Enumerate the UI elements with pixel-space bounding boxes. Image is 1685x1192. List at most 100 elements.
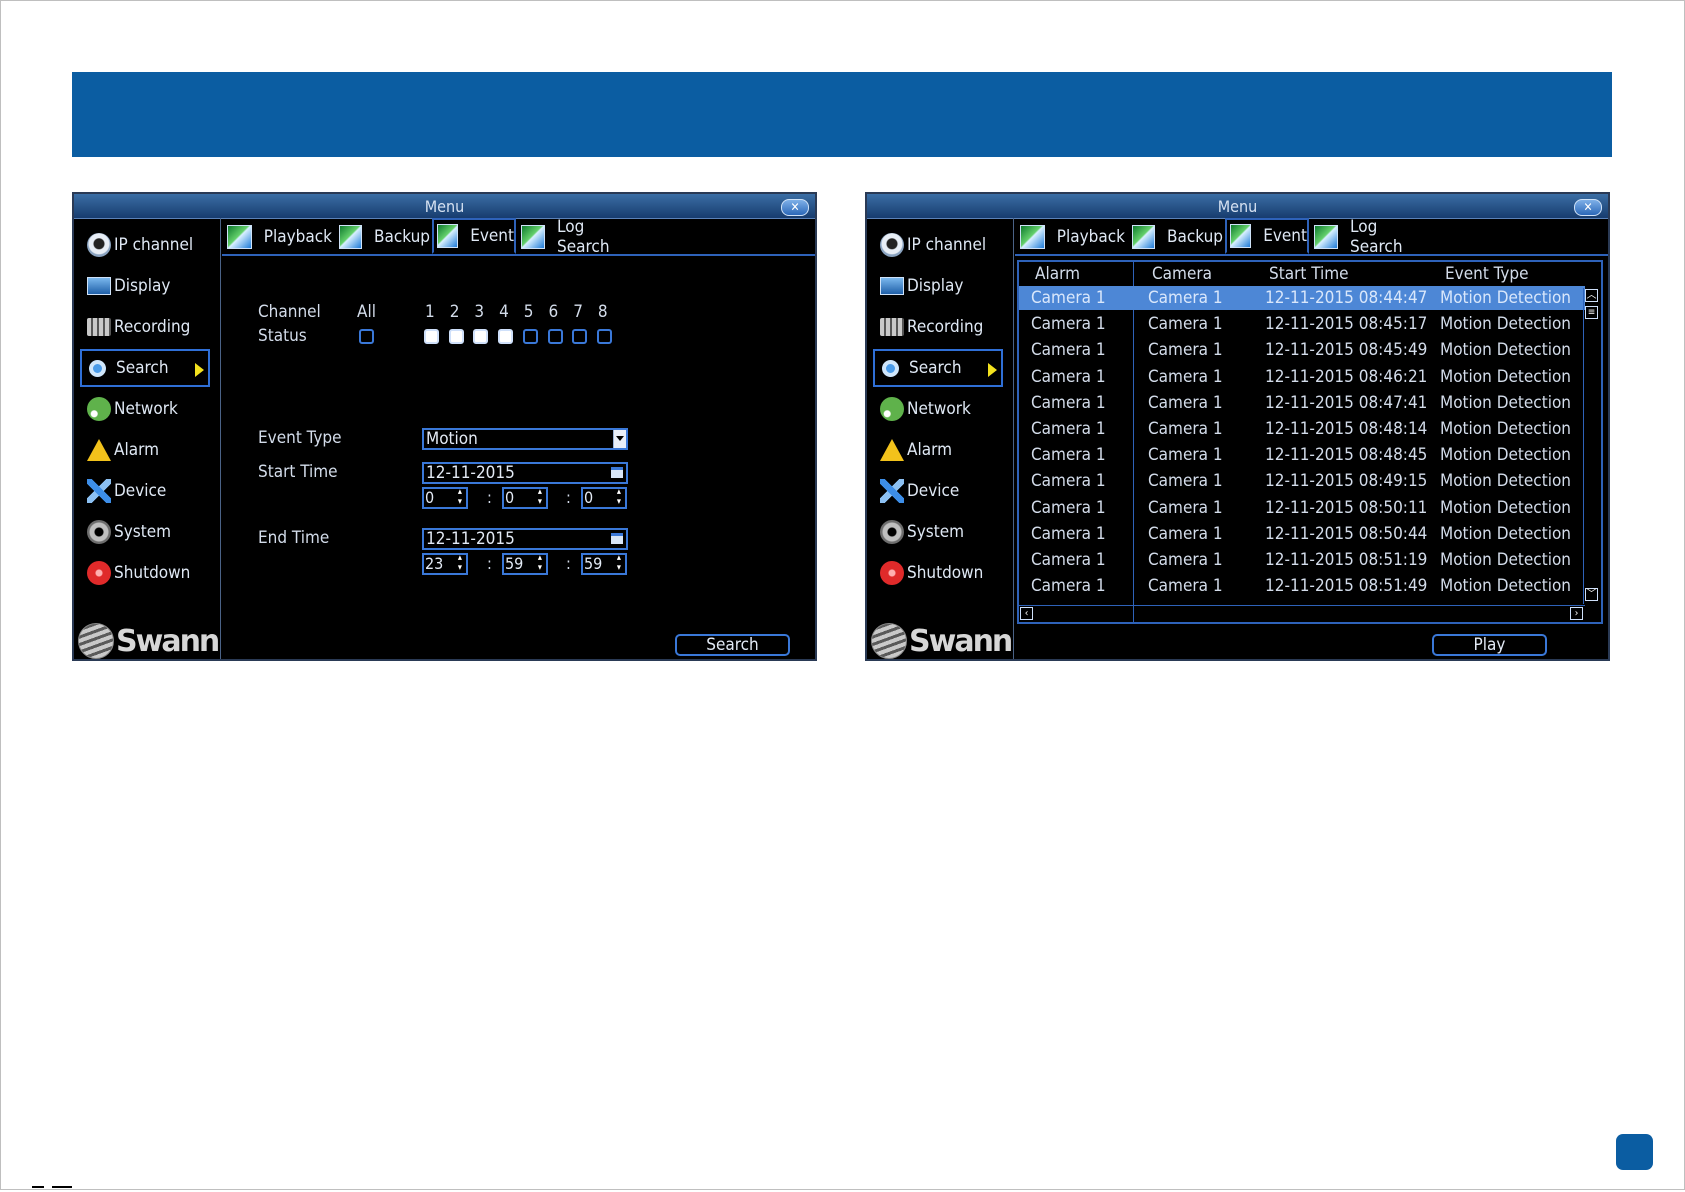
end-second-stepper[interactable]: 59	[581, 553, 627, 575]
sidebar-item-label: Shutdown	[114, 563, 191, 583]
logo-text: Swann	[909, 623, 1013, 659]
network-icon	[880, 397, 904, 421]
vertical-scrollbar[interactable]: ︿ ≡ ﹀	[1583, 288, 1600, 604]
sidebar-item-search[interactable]: Search	[873, 349, 1003, 387]
column-header-start-time[interactable]: Start Time	[1269, 264, 1349, 284]
sidebar-item-label: Search	[116, 358, 169, 378]
channel-checkbox-8[interactable]	[596, 329, 612, 344]
sidebar-item-search[interactable]: Search	[80, 349, 210, 387]
alarm-icon	[87, 439, 111, 461]
sidebar-item-alarm[interactable]: Alarm	[80, 431, 210, 469]
cell-event-type: Motion Detection	[1440, 340, 1572, 361]
cell-start-time: 12-11-2015 08:51:49	[1265, 576, 1428, 597]
sidebar-item-recording[interactable]: Recording	[80, 308, 210, 346]
calendar-icon[interactable]	[611, 533, 623, 544]
table-row[interactable]: Camera 1 Camera 1 12-11-2015 08:47:41 Motio…	[1019, 391, 1585, 415]
sidebar-item-ip-channel[interactable]: IP channel	[80, 226, 210, 264]
channel-number-label: 2	[449, 302, 460, 322]
tab-playback[interactable]: Playback	[224, 220, 332, 253]
chevron-down-icon[interactable]	[613, 430, 626, 448]
table-header: Alarm Camera Start Time Event Type	[1019, 262, 1601, 286]
sidebar-item-label: Device	[114, 481, 167, 501]
tab-log-search[interactable]: Log Search	[518, 217, 638, 257]
play-button[interactable]: Play	[1432, 634, 1547, 656]
cell-event-type: Motion Detection	[1440, 419, 1572, 439]
scroll-down-icon[interactable]: ﹀	[1585, 588, 1598, 601]
table-row[interactable]: Camera 1 Camera 1 12-11-2015 08:51:49 Motio…	[1019, 574, 1585, 598]
channel-checkbox-4[interactable]	[498, 329, 514, 344]
end-minute-stepper[interactable]: 59	[502, 553, 548, 575]
sidebar-item-label: Recording	[114, 317, 191, 337]
sidebar-item-display[interactable]: Display	[873, 267, 1003, 305]
footer-mark	[32, 1186, 44, 1188]
all-channels-checkbox[interactable]	[359, 329, 374, 344]
sidebar-item-ip-channel[interactable]: IP channel	[873, 226, 1003, 264]
scroll-up-icon[interactable]: ︿	[1585, 289, 1598, 302]
sidebar-item-device[interactable]: Device	[873, 472, 1003, 510]
channel-number-label: 7	[573, 302, 583, 322]
channel-checkbox-1[interactable]	[424, 329, 439, 344]
tab-backup[interactable]: Backup	[336, 220, 430, 253]
column-header-event-type[interactable]: Event Type	[1445, 264, 1529, 284]
channel-number-label: 6	[548, 302, 559, 322]
sidebar-item-system[interactable]: System	[873, 513, 1003, 551]
channel-checkbox-3[interactable]	[473, 329, 489, 344]
channel-checkbox-5[interactable]	[522, 329, 538, 344]
channel-checkbox-6[interactable]	[547, 329, 563, 344]
event-type-select[interactable]: Motion	[422, 428, 628, 450]
sidebar-item-system[interactable]: System	[80, 513, 210, 551]
channel-number-label: 8	[597, 302, 608, 322]
tab-event[interactable]: Event	[432, 218, 516, 254]
scroll-left-icon[interactable]: ‹	[1020, 607, 1033, 620]
tab-log-search[interactable]: Log Search	[1311, 217, 1431, 257]
table-row[interactable]: Camera 1 Camera 1 12-11-2015 08:48:45 Motio…	[1019, 443, 1585, 467]
sidebar-item-shutdown[interactable]: Shutdown	[80, 554, 210, 592]
end-date-field[interactable]: 12-11-2015	[422, 528, 628, 550]
start-hour-stepper[interactable]: 0	[422, 487, 468, 509]
cell-event-type: Motion Detection	[1440, 471, 1572, 492]
channel-checkbox-7[interactable]	[572, 329, 588, 344]
sidebar-item-shutdown[interactable]: Shutdown	[873, 554, 1003, 592]
close-icon[interactable]: ✕	[1574, 199, 1602, 216]
sidebar-item-alarm[interactable]: Alarm	[873, 431, 1003, 469]
table-row[interactable]: Camera 1 Camera 1 12-11-2015 08:50:11 Motio…	[1019, 496, 1585, 520]
search-button[interactable]: Search	[675, 634, 790, 656]
calendar-icon[interactable]	[611, 467, 623, 478]
table-row[interactable]: Camera 1 Camera 1 12-11-2015 08:44:47 Motio…	[1019, 286, 1585, 310]
tab-playback[interactable]: Playback	[1017, 220, 1125, 253]
scroll-right-icon[interactable]: ›	[1570, 607, 1583, 620]
tab-label: Event	[1263, 226, 1307, 246]
tab-event[interactable]: Event	[1225, 218, 1309, 254]
horizontal-scrollbar[interactable]: ‹ ›	[1019, 605, 1585, 622]
table-row[interactable]: Camera 1 Camera 1 12-11-2015 08:50:44 Motio…	[1019, 522, 1585, 546]
cell-alarm: Camera 1	[1031, 497, 1106, 518]
start-date-field[interactable]: 12-11-2015	[422, 462, 628, 484]
start-second-stepper[interactable]: 0	[581, 487, 627, 509]
table-row[interactable]: Camera 1 Camera 1 12-11-2015 08:46:21 Motio…	[1019, 365, 1585, 389]
sidebar-item-device[interactable]: Device	[80, 472, 210, 510]
start-minute-stepper[interactable]: 0	[502, 487, 548, 509]
column-header-alarm[interactable]: Alarm	[1035, 264, 1080, 284]
channel-checkbox-2[interactable]	[448, 329, 464, 344]
table-row[interactable]: Camera 1 Camera 1 12-11-2015 08:45:17 Motio…	[1019, 312, 1585, 336]
sidebar-item-recording[interactable]: Recording	[873, 308, 1003, 346]
event-type-label: Event Type	[258, 428, 342, 448]
footer-mark	[52, 1186, 72, 1188]
channel-label: Channel	[258, 302, 321, 322]
table-row[interactable]: Camera 1 Camera 1 12-11-2015 08:48:14 Motio…	[1019, 417, 1585, 441]
table-row[interactable]: Camera 1 Camera 1 12-11-2015 08:51:19 Motio…	[1019, 548, 1585, 572]
sidebar-item-display[interactable]: Display	[80, 267, 210, 305]
end-hour-stepper[interactable]: 23	[422, 553, 468, 575]
sidebar-item-label: Network	[907, 399, 971, 419]
table-row[interactable]: Camera 1 Camera 1 12-11-2015 08:49:15 Motio…	[1019, 469, 1585, 493]
sidebar-item-label: IP channel	[114, 235, 194, 255]
sidebar-item-network[interactable]: Network	[80, 390, 210, 428]
sidebar-item-network[interactable]: Network	[873, 390, 1003, 428]
close-icon[interactable]: ✕	[781, 199, 809, 216]
tab-image-icon	[1230, 224, 1252, 248]
column-header-camera[interactable]: Camera	[1152, 264, 1212, 284]
cell-start-time: 12-11-2015 08:47:41	[1265, 392, 1428, 413]
scroll-thumb-icon[interactable]: ≡	[1585, 306, 1598, 319]
tab-backup[interactable]: Backup	[1129, 220, 1223, 253]
table-row[interactable]: Camera 1 Camera 1 12-11-2015 08:45:49 Motio…	[1019, 338, 1585, 362]
